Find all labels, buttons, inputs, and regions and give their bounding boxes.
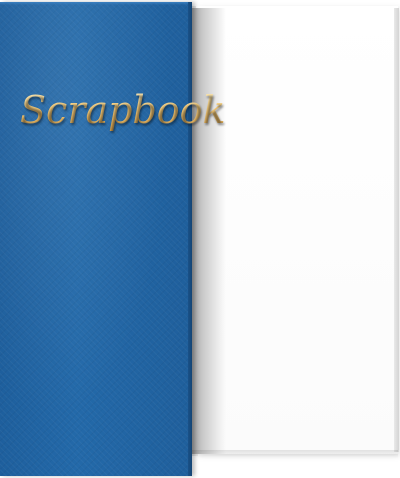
cover-title: Scrapbook — [20, 88, 226, 132]
cover-top-edge — [0, 2, 192, 5]
page-bottom-shadow — [190, 450, 398, 458]
cover-texture — [0, 2, 192, 476]
cover-spine-edge — [188, 2, 192, 476]
front-cover[interactable]: Scrapbook — [0, 2, 226, 476]
back-page — [196, 6, 398, 454]
page-edge — [394, 8, 399, 452]
spine-fold-shadow — [190, 8, 226, 454]
scrapbook-stage: Scrapbook — [0, 0, 400, 478]
